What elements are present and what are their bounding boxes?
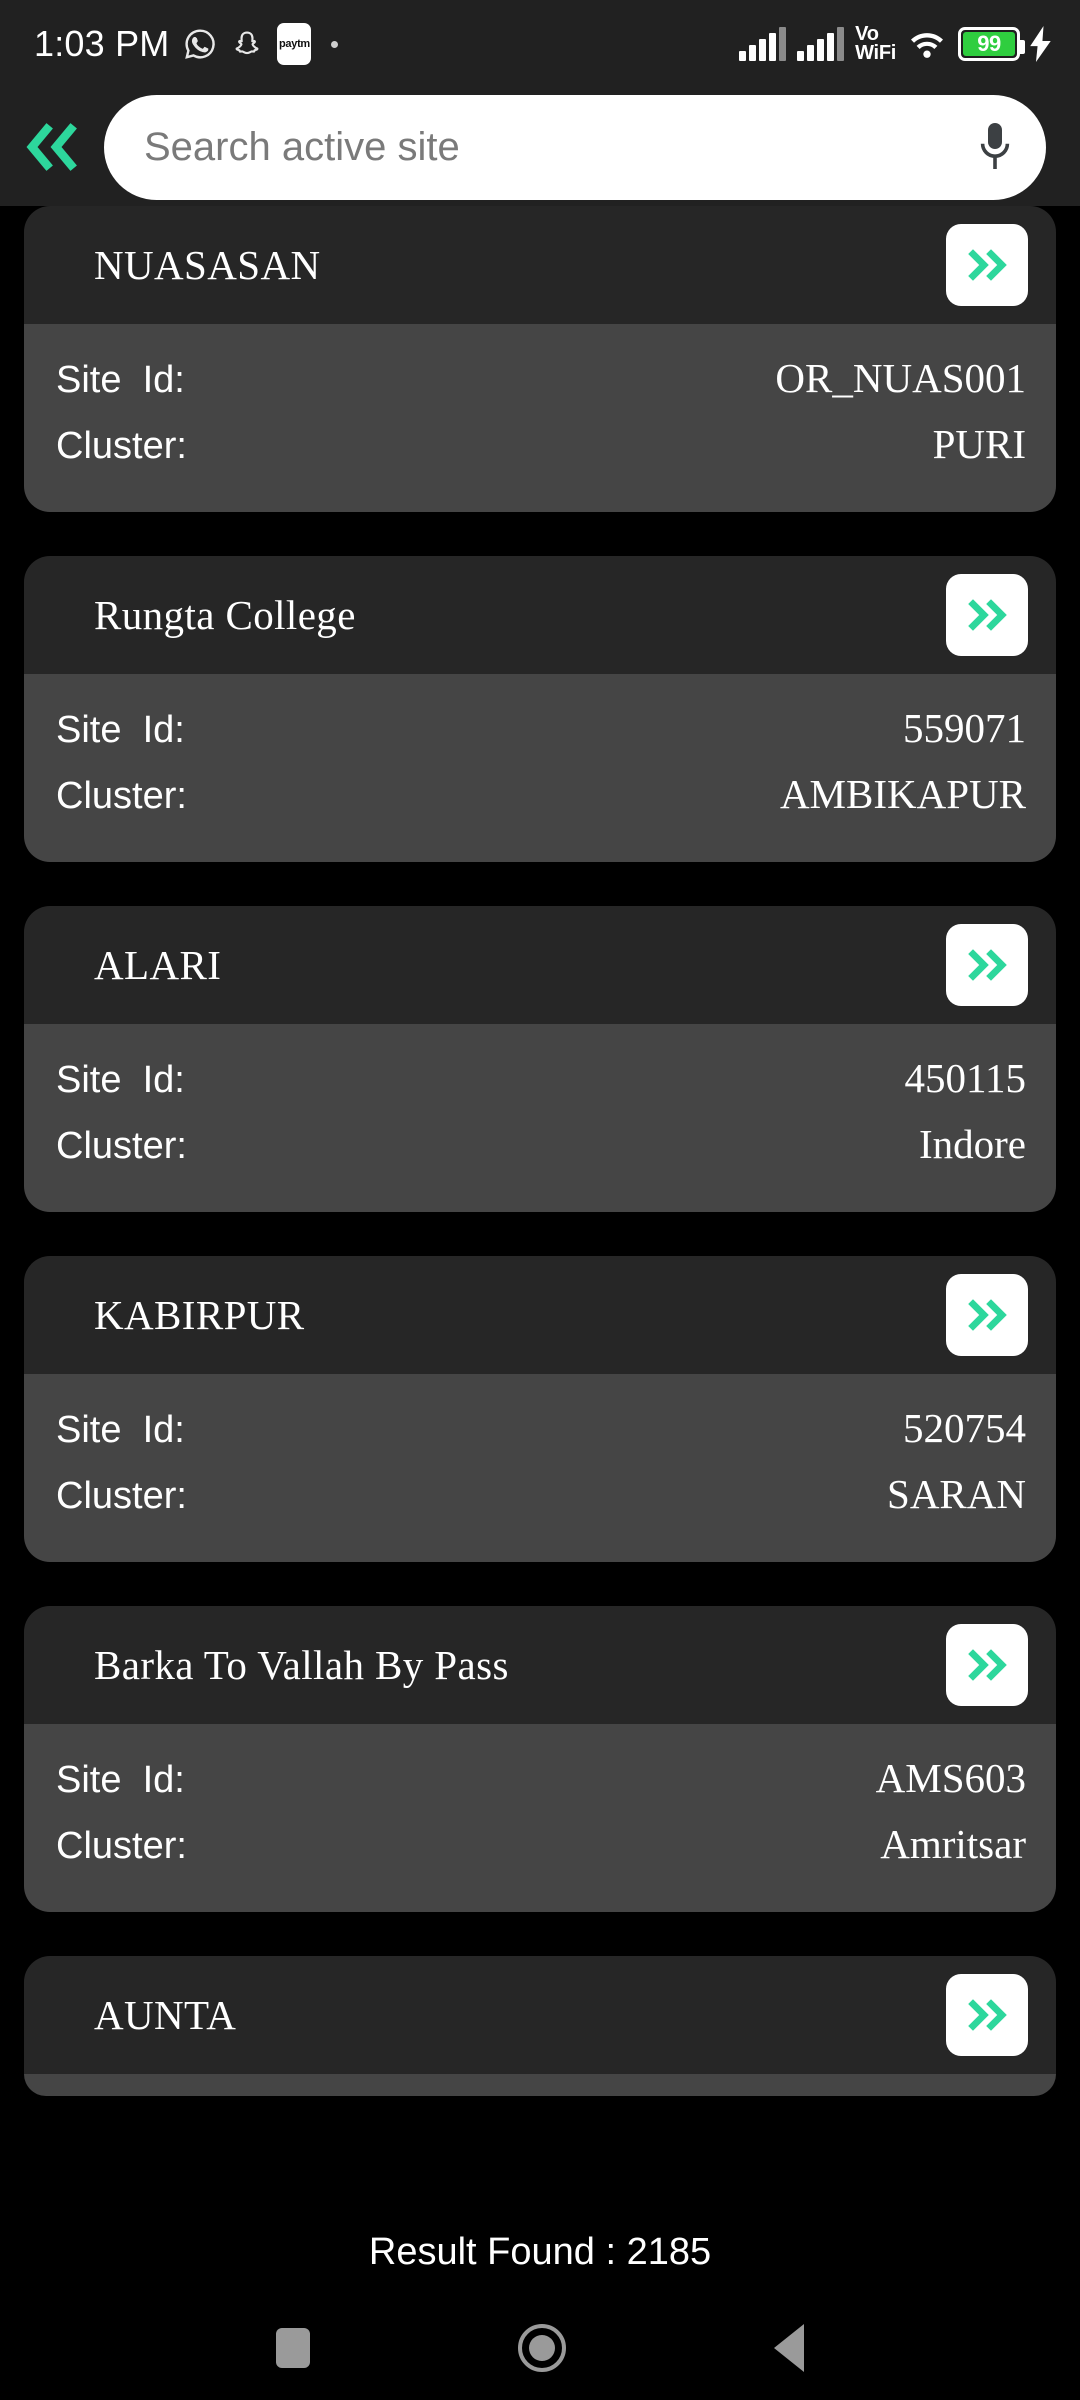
search-input[interactable] <box>144 124 978 170</box>
site-card-title: KABIRPUR <box>94 1292 305 1338</box>
site-open-chevron-button[interactable] <box>946 1624 1028 1706</box>
site-id-row: Site Id: 450115 <box>56 1046 1026 1116</box>
site-id-value: 520754 <box>903 1405 1026 1451</box>
result-count-text: Result Found : 2185 <box>368 2230 712 2273</box>
cluster-value: PURI <box>932 421 1026 467</box>
paytm-icon: paytm <box>277 23 312 65</box>
battery-status: 99 <box>958 26 1052 62</box>
site-card-header[interactable]: NUASASAN <box>24 206 1056 324</box>
cluster-row: Cluster: SARAN <box>56 1466 1026 1532</box>
site-card[interactable]: ALARI Site Id: 450115 Cluster: Indore <box>0 906 1080 1212</box>
site-open-chevron-button[interactable] <box>946 1274 1028 1356</box>
signal-sim1-icon <box>739 27 787 61</box>
site-open-chevron-button[interactable] <box>946 574 1028 656</box>
site-card[interactable]: KABIRPUR Site Id: 520754 Cluster: SARAN <box>0 1256 1080 1562</box>
recents-square-icon[interactable] <box>276 2327 310 2368</box>
cluster-label: Cluster: <box>56 1825 187 1867</box>
site-id-value: 450115 <box>904 1055 1026 1101</box>
signal-sim2-icon <box>797 27 845 61</box>
vowifi-icon: Vo WiFi <box>855 24 896 64</box>
site-card[interactable]: AUNTA <box>0 1956 1080 2096</box>
result-count-footer: Result Found : 2185 <box>0 2209 1080 2295</box>
cluster-row: Cluster: Amritsar <box>56 1816 1026 1882</box>
site-open-chevron-button[interactable] <box>946 224 1028 306</box>
site-id-row: Site Id: AMS603 <box>56 1746 1026 1816</box>
status-bar-right: Vo WiFi 99 <box>739 24 1052 64</box>
cluster-label: Cluster: <box>56 425 187 467</box>
site-card-title: Barka To Vallah By Pass <box>94 1642 509 1688</box>
site-results-list[interactable]: NUASASAN Site Id: OR_NUAS001 Cluster: PU… <box>0 206 1080 2209</box>
cluster-value: Indore <box>918 1121 1026 1167</box>
back-triangle-icon[interactable] <box>774 2323 804 2372</box>
microphone-icon[interactable] <box>978 121 1012 173</box>
site-card-details <box>24 2074 1056 2096</box>
site-card-header[interactable]: ALARI <box>24 906 1056 1024</box>
snapchat-icon <box>231 28 263 60</box>
site-id-value: OR_NUAS001 <box>775 355 1026 401</box>
whatsapp-icon <box>183 27 217 61</box>
cluster-row: Cluster: PURI <box>56 416 1026 482</box>
site-card-details: Site Id: 520754 Cluster: SARAN <box>24 1374 1056 1562</box>
site-card-title: Rungta College <box>94 592 356 638</box>
wifi-icon <box>907 28 947 60</box>
battery-icon: 99 <box>958 27 1025 61</box>
site-card-title: NUASASAN <box>94 242 321 288</box>
vowifi-wifi-text: WiFi <box>855 42 896 64</box>
cluster-label: Cluster: <box>56 1475 187 1517</box>
site-id-value: 559071 <box>903 705 1026 751</box>
back-double-chevron-button[interactable] <box>0 88 104 206</box>
site-id-label: Site Id: <box>56 1059 185 1101</box>
status-bar-left: 1:03 PM paytm <box>34 23 339 65</box>
more-notifications-dot-icon <box>331 40 339 48</box>
cluster-value: Amritsar <box>880 1821 1026 1867</box>
site-card-details: Site Id: OR_NUAS001 Cluster: PURI <box>24 324 1056 512</box>
status-bar: 1:03 PM paytm Vo WiFi 99 <box>0 0 1080 88</box>
search-field-container[interactable] <box>104 94 1046 200</box>
phone-screen: 1:03 PM paytm Vo WiFi 99 Search active s… <box>0 0 1080 2400</box>
site-card[interactable]: NUASASAN Site Id: OR_NUAS001 Cluster: PU… <box>0 206 1080 512</box>
site-open-chevron-button[interactable] <box>946 924 1028 1006</box>
site-card-details: Site Id: 559071 Cluster: AMBIKAPUR <box>24 674 1056 862</box>
battery-percent: 99 <box>977 31 1001 56</box>
site-card-details: Site Id: 450115 Cluster: Indore <box>24 1024 1056 1212</box>
site-id-label: Site Id: <box>56 709 185 751</box>
android-navigation-bar <box>0 2295 1080 2400</box>
site-open-chevron-button[interactable] <box>946 1974 1028 2056</box>
home-circle-icon[interactable] <box>518 2323 566 2372</box>
site-id-row: Site Id: OR_NUAS001 <box>56 346 1026 416</box>
site-card[interactable]: Rungta College Site Id: 559071 Cluster: … <box>0 556 1080 862</box>
status-bar-clock: 1:03 PM <box>34 23 170 64</box>
cluster-label: Cluster: <box>56 775 187 817</box>
site-card-title: AUNTA <box>94 1992 237 2038</box>
site-card-header[interactable]: AUNTA <box>24 1956 1056 2074</box>
site-card-details: Site Id: AMS603 Cluster: Amritsar <box>24 1724 1056 1912</box>
site-id-row: Site Id: 520754 <box>56 1396 1026 1466</box>
site-card-header[interactable]: Barka To Vallah By Pass <box>24 1606 1056 1724</box>
cluster-value: AMBIKAPUR <box>779 771 1026 817</box>
site-card-header[interactable]: KABIRPUR <box>24 1256 1056 1374</box>
app-search-bar <box>0 88 1080 206</box>
site-card[interactable]: Barka To Vallah By Pass Site Id: AMS603 … <box>0 1606 1080 1912</box>
site-card-title: ALARI <box>94 942 222 988</box>
site-id-row: Site Id: 559071 <box>56 696 1026 766</box>
cluster-row: Cluster: Indore <box>56 1116 1026 1182</box>
cluster-label: Cluster: <box>56 1125 187 1167</box>
site-id-label: Site Id: <box>56 1409 185 1451</box>
cluster-row: Cluster: AMBIKAPUR <box>56 766 1026 832</box>
site-id-value: AMS603 <box>875 1755 1026 1801</box>
site-card-header[interactable]: Rungta College <box>24 556 1056 674</box>
site-id-label: Site Id: <box>56 359 185 401</box>
cluster-value: SARAN <box>887 1471 1026 1517</box>
site-id-label: Site Id: <box>56 1759 185 1801</box>
charging-bolt-icon <box>1030 26 1052 62</box>
